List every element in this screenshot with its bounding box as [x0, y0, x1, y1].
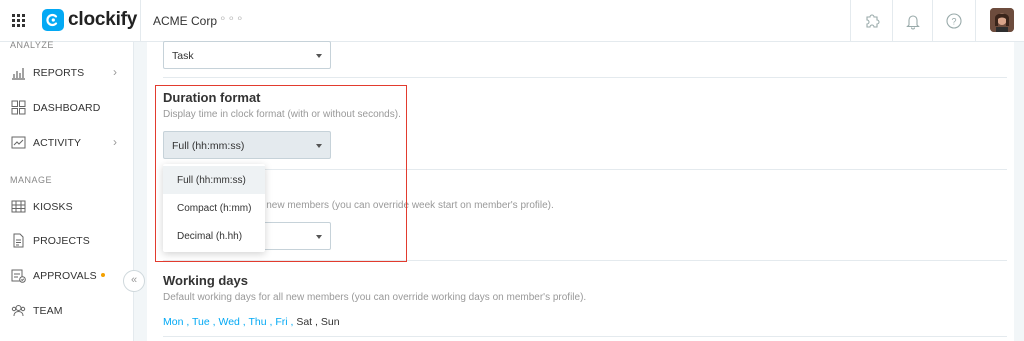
- section-divider: [163, 169, 1007, 170]
- option-label: Full (hh:mm:ss): [177, 175, 246, 186]
- section-divider: [163, 77, 1007, 78]
- header-divider: [975, 0, 976, 42]
- option-decimal[interactable]: Decimal (h.hh): [163, 222, 265, 250]
- dashboard-icon: [11, 100, 26, 115]
- user-avatar[interactable]: [990, 8, 1014, 32]
- week-start-description: ll new members (you can override week st…: [259, 200, 554, 211]
- sidebar-item-kiosks[interactable]: KIOSKS: [0, 192, 134, 222]
- sidebar-item-reports[interactable]: REPORTS ›: [0, 58, 134, 88]
- bell-icon[interactable]: [903, 11, 923, 31]
- option-full[interactable]: Full (hh:mm:ss): [163, 166, 265, 194]
- duration-format-description: Display time in clock format (with or wi…: [163, 109, 401, 120]
- day-wed[interactable]: Wed: [218, 316, 239, 328]
- caret-down-icon: [316, 54, 322, 58]
- approvals-icon: [11, 268, 26, 283]
- settings-panel: Task Duration format Display time in clo…: [147, 41, 1014, 341]
- day-thu[interactable]: Thu: [248, 316, 266, 328]
- notification-dot: [101, 273, 105, 277]
- section-title-analyze: ANALYZE: [10, 40, 54, 50]
- sidebar-item-projects[interactable]: PROJECTS: [0, 226, 134, 256]
- header-divider: [932, 0, 933, 42]
- duration-format-dropdown: Full (hh:mm:ss) Compact (h:mm) Decimal (…: [163, 164, 265, 252]
- top-bar: clockify ACME Corp ∘∘∘ ?: [0, 0, 1024, 42]
- section-divider: [163, 336, 1007, 337]
- sidebar-item-team[interactable]: TEAM: [0, 296, 134, 326]
- sidebar-item-label: ACTIVITY: [33, 137, 82, 149]
- sidebar-item-label: DASHBOARD: [33, 102, 101, 114]
- day-sat[interactable]: Sat: [296, 316, 312, 328]
- team-icon: [11, 303, 26, 318]
- option-label: Decimal (h.hh): [177, 231, 243, 242]
- collapse-sidebar-button[interactable]: «: [123, 270, 145, 292]
- day-mon[interactable]: Mon: [163, 316, 183, 328]
- day-tue[interactable]: Tue: [192, 316, 210, 328]
- workspace-more-icon[interactable]: ∘∘∘: [219, 11, 245, 25]
- option-compact[interactable]: Compact (h:mm): [163, 194, 265, 222]
- sidebar-item-label: TEAM: [33, 305, 63, 317]
- working-days-description: Default working days for all new members…: [163, 292, 587, 303]
- day-separator: ,: [183, 316, 192, 328]
- duration-format-select[interactable]: Full (hh:mm:ss): [163, 131, 331, 159]
- day-separator: ,: [266, 316, 276, 328]
- header-divider: [892, 0, 893, 42]
- help-icon[interactable]: ?: [944, 11, 964, 31]
- chevron-right-icon: ›: [113, 65, 117, 79]
- duration-format-value: Full (hh:mm:ss): [172, 140, 245, 152]
- kiosks-icon: [11, 199, 26, 214]
- caret-down-icon: [316, 235, 322, 239]
- section-divider: [163, 260, 1007, 261]
- day-fri[interactable]: Fri: [275, 316, 287, 328]
- logo-text[interactable]: clockify: [68, 9, 137, 31]
- duration-format-title: Duration format: [163, 90, 261, 105]
- sidebar-item-approvals[interactable]: APPROVALS: [0, 261, 134, 291]
- caret-down-icon: [316, 144, 322, 148]
- working-days-title: Working days: [163, 273, 249, 288]
- puzzle-icon[interactable]: [862, 11, 882, 31]
- day-separator: ,: [312, 316, 321, 328]
- group-by-select[interactable]: Task: [163, 41, 331, 69]
- apps-grid-icon[interactable]: [10, 12, 28, 30]
- sidebar-item-activity[interactable]: ACTIVITY ›: [0, 128, 134, 158]
- section-title-manage: MANAGE: [10, 175, 53, 185]
- projects-icon: [11, 233, 26, 248]
- sidebar-item-label: PROJECTS: [33, 235, 90, 247]
- chevron-right-icon: ›: [113, 135, 117, 149]
- day-sun[interactable]: Sun: [321, 316, 340, 328]
- header-divider: [140, 0, 141, 42]
- sidebar-item-dashboard[interactable]: DASHBOARD: [0, 93, 134, 123]
- workspace-name[interactable]: ACME Corp: [153, 14, 217, 28]
- reports-icon: [11, 65, 26, 80]
- day-separator: ,: [287, 316, 297, 328]
- sidebar-item-label: REPORTS: [33, 67, 85, 79]
- clockify-logo-icon[interactable]: [42, 9, 64, 31]
- sidebar-item-label: KIOSKS: [33, 201, 73, 213]
- sidebar: ANALYZE REPORTS › DASHBOARD ACTIVITY › M…: [0, 40, 134, 341]
- header-divider: [850, 0, 851, 42]
- sidebar-item-label: APPROVALS: [33, 270, 97, 282]
- working-days-list: Mon , Tue , Wed , Thu , Fri , Sat , Sun: [163, 316, 340, 328]
- svg-text:?: ?: [951, 17, 956, 27]
- activity-icon: [11, 135, 26, 150]
- option-label: Compact (h:mm): [177, 203, 252, 214]
- group-by-value: Task: [172, 50, 194, 62]
